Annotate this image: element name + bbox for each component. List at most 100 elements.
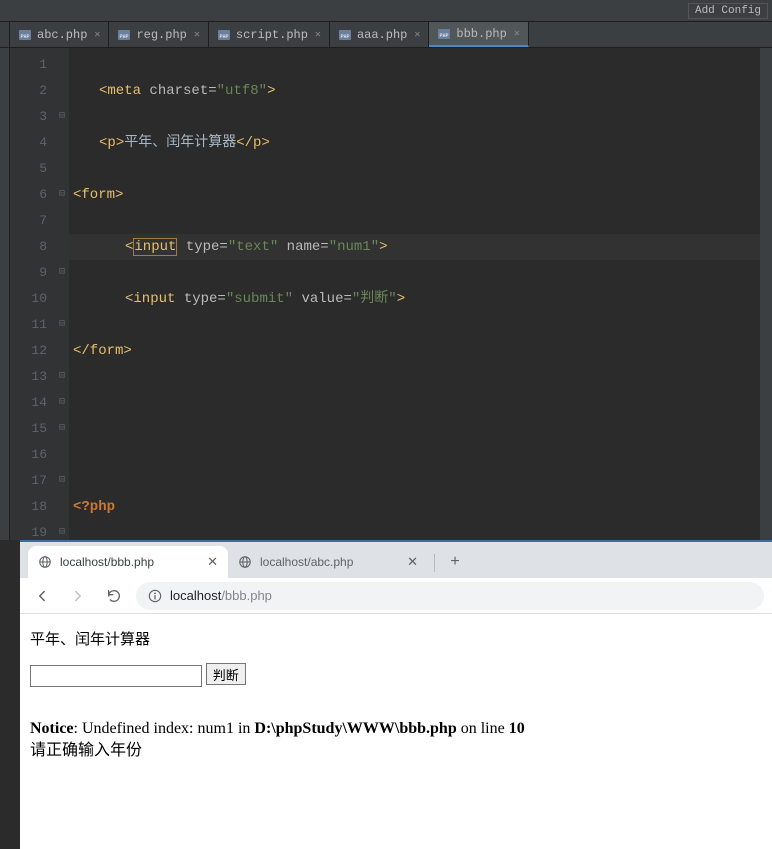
close-icon[interactable]: ✕ [207,554,218,570]
svg-text:PHP: PHP [120,34,129,40]
editor-tab-label: script.php [236,28,308,42]
browser-tab-active[interactable]: localhost/bbb.php ✕ [28,546,228,578]
line-number: 12 [10,338,47,364]
forward-button[interactable] [64,582,92,610]
browser-window: localhost/bbb.php ✕ localhost/abc.php ✕ … [20,540,772,849]
page-title: 平年、闰年计算器 [30,628,762,649]
editor-area: 1 2 3 4 5 6 7 8 9 10 11 12 13 14 15 16 1… [0,48,772,540]
globe-icon [38,555,52,569]
browser-tabs: localhost/bbb.php ✕ localhost/abc.php ✕ … [20,542,772,578]
line-number: 10 [10,286,47,312]
line-number-gutter: 1 2 3 4 5 6 7 8 9 10 11 12 13 14 15 16 1… [10,48,55,540]
php-file-icon: PHP [217,28,231,42]
line-number: 5 [10,156,47,182]
error-message: 请正确输入年份 [30,742,142,759]
site-info-icon[interactable] [148,589,162,603]
editor-tab-bbb[interactable]: PHP bbb.php ✕ [429,22,528,47]
reload-button[interactable] [100,582,128,610]
notice-text: : Undefined index: num1 in [74,720,255,737]
editor-tab-label: reg.php [136,28,186,42]
fold-marker[interactable]: ⊟ [55,260,69,286]
editor-tab-reg[interactable]: PHP reg.php ✕ [109,22,208,47]
line-number: 18 [10,494,47,520]
svg-text:PHP: PHP [340,34,349,40]
close-icon[interactable]: ✕ [92,29,102,41]
judge-button[interactable] [206,663,246,685]
line-number: 19 [10,520,47,540]
line-number: 6 [10,182,47,208]
close-icon[interactable]: ✕ [192,29,202,41]
fold-marker[interactable]: ⊟ [55,390,69,416]
line-number: 17 [10,468,47,494]
fold-marker[interactable] [55,234,69,260]
fold-gutter[interactable]: ⊟ ⊟ ⊟ ⊟ ⊟ ⊟ ⊟ ⊟ ⊟ [55,48,69,540]
fold-marker[interactable] [55,52,69,78]
close-icon[interactable]: ✕ [412,29,422,41]
editor-tabs: PHP abc.php ✕ PHP reg.php ✕ PHP script.p… [0,22,772,48]
editor-tab-label: abc.php [37,28,87,42]
globe-icon [238,555,252,569]
line-number: 13 [10,364,47,390]
browser-tab-label: localhost/bbb.php [60,555,154,569]
browser-tab-inactive[interactable]: localhost/abc.php ✕ [228,546,428,578]
notice-path: D:\phpStudy\WWW\bbb.php [254,720,456,737]
browser-content: 平年、闰年计算器 Notice: Undefined index: num1 i… [20,614,772,776]
back-button[interactable] [28,582,56,610]
php-file-icon: PHP [338,28,352,42]
fold-marker[interactable]: ⊟ [55,364,69,390]
year-form [30,663,762,687]
editor-tab-label: bbb.php [456,27,506,41]
notice-text: on line [457,720,509,737]
svg-text:PHP: PHP [20,34,29,40]
fold-marker[interactable]: ⊟ [55,104,69,130]
line-number: 15 [10,416,47,442]
close-icon[interactable]: ✕ [512,28,522,40]
line-number: 1 [10,52,47,78]
fold-marker[interactable] [55,156,69,182]
fold-marker[interactable]: ⊟ [55,416,69,442]
svg-text:PHP: PHP [219,34,228,40]
line-number: 14 [10,390,47,416]
fold-marker[interactable] [55,338,69,364]
fold-marker[interactable]: ⊟ [55,520,69,540]
fold-marker[interactable] [55,78,69,104]
line-number: 16 [10,442,47,468]
notice-line: 10 [509,720,525,737]
close-icon[interactable]: ✕ [313,29,323,41]
php-file-icon: PHP [437,27,451,41]
php-notice: Notice: Undefined index: num1 in D:\phpS… [30,718,762,763]
line-number: 11 [10,312,47,338]
fold-marker[interactable]: ⊟ [55,468,69,494]
add-config-button[interactable]: Add Config [688,3,768,19]
left-handle[interactable] [0,22,10,47]
browser-address-bar: localhost/bbb.php [20,578,772,614]
line-number: 8 [10,234,47,260]
close-icon[interactable]: ✕ [407,554,418,570]
code-editor[interactable]: <meta charset="utf8"> <p>平年、闰年计算器</p> <f… [69,48,760,540]
fold-marker[interactable] [55,130,69,156]
line-number: 3 [10,104,47,130]
php-file-icon: PHP [18,28,32,42]
browser-tab-label: localhost/abc.php [260,555,353,569]
fold-marker[interactable] [55,286,69,312]
new-tab-button[interactable]: + [441,548,469,576]
fold-marker[interactable] [55,494,69,520]
line-number: 2 [10,78,47,104]
php-file-icon: PHP [117,28,131,42]
editor-tab-label: aaa.php [357,28,407,42]
editor-scrollbar[interactable] [760,48,772,540]
left-gutter-handle[interactable] [0,48,10,540]
svg-text:PHP: PHP [440,33,449,39]
fold-marker[interactable]: ⊟ [55,182,69,208]
editor-tab-aaa[interactable]: PHP aaa.php ✕ [330,22,429,47]
line-number: 7 [10,208,47,234]
url-input[interactable]: localhost/bbb.php [136,582,764,610]
editor-tab-script[interactable]: PHP script.php ✕ [209,22,330,47]
year-input[interactable] [30,665,202,687]
fold-marker[interactable] [55,208,69,234]
ide-header: Add Config [0,0,772,22]
editor-tab-abc[interactable]: PHP abc.php ✕ [10,22,109,47]
fold-marker[interactable]: ⊟ [55,312,69,338]
line-number: 9 [10,260,47,286]
fold-marker[interactable] [55,442,69,468]
